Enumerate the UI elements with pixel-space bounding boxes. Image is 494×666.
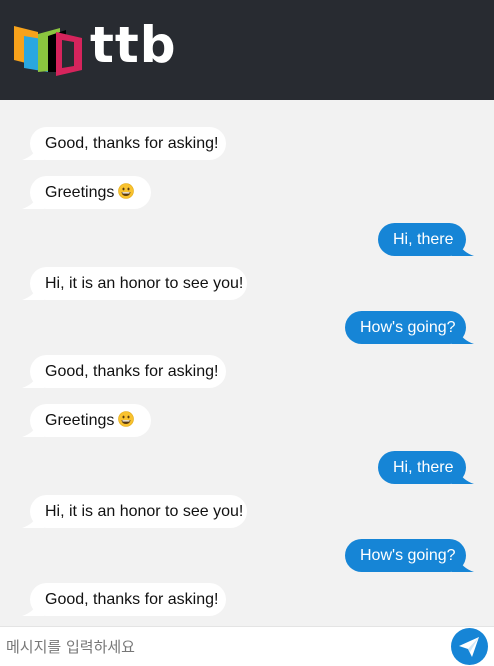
- incoming-message: Greetings: [22, 404, 151, 437]
- outgoing-message: Hi, there: [378, 223, 474, 256]
- bubble-tail: [452, 242, 474, 256]
- bubble-tail: [452, 330, 474, 344]
- composer-bar: [0, 626, 494, 666]
- app-header: ttb: [0, 0, 494, 100]
- grinning-face-icon: [118, 411, 135, 427]
- message-text: Greetings: [45, 184, 115, 201]
- message-bubble: How's going?: [345, 539, 466, 572]
- outgoing-message: How's going?: [345, 539, 474, 572]
- message-bubble: Hi, it is an honor to see you!: [30, 495, 247, 528]
- message-text: Good, thanks for asking!: [45, 591, 219, 608]
- message-text: Hi, there: [393, 231, 454, 248]
- outgoing-message: How's going?: [345, 311, 474, 344]
- logo-text: ttb: [90, 16, 177, 74]
- message-bubble: Good, thanks for asking!: [30, 355, 226, 388]
- message-text: Hi, it is an honor to see you!: [45, 275, 244, 292]
- send-button[interactable]: [451, 628, 488, 665]
- message-text: Hi, there: [393, 459, 454, 476]
- message-text: How's going?: [360, 547, 456, 564]
- bubble-tail: [452, 470, 474, 484]
- message-text: Hi, it is an honor to see you!: [45, 503, 244, 520]
- chat-app: How's going? Good, thanks for asking! Gree…: [0, 0, 494, 666]
- message-text: Good, thanks for asking!: [45, 363, 219, 380]
- incoming-message: Good, thanks for asking!: [22, 127, 226, 160]
- bubble-tail: [452, 558, 474, 572]
- message-text: Good, thanks for asking!: [45, 135, 219, 152]
- message-bubble: Hi, it is an honor to see you!: [30, 267, 247, 300]
- message-bubble: Greetings: [30, 404, 151, 437]
- message-bubble: Greetings: [30, 176, 151, 209]
- incoming-message: Hi, it is an honor to see you!: [22, 267, 247, 300]
- incoming-message: Good, thanks for asking!: [22, 355, 226, 388]
- message-bubble: Good, thanks for asking!: [30, 583, 226, 616]
- message-text: How's going?: [360, 319, 456, 336]
- paper-plane-icon: [459, 637, 479, 657]
- outgoing-message: Hi, there: [378, 451, 474, 484]
- logo-mark-icon: [14, 26, 82, 76]
- message-input[interactable]: [0, 627, 440, 666]
- incoming-message: Good, thanks for asking!: [22, 583, 226, 616]
- incoming-message: Greetings: [22, 176, 151, 209]
- grinning-face-icon: [118, 183, 135, 199]
- incoming-message: Hi, it is an honor to see you!: [22, 495, 247, 528]
- message-bubble: Good, thanks for asking!: [30, 127, 226, 160]
- logo: ttb: [12, 16, 176, 78]
- message-text: Greetings: [45, 412, 115, 429]
- message-bubble: How's going?: [345, 311, 466, 344]
